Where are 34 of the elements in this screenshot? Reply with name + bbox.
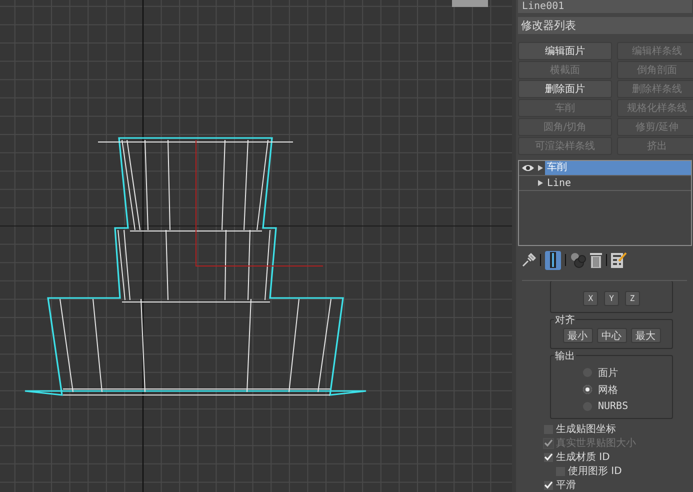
radio-button[interactable] xyxy=(583,385,592,394)
stack-item[interactable]: 车削 xyxy=(519,161,691,176)
radio-label: 网格 xyxy=(598,384,618,396)
show-end-result-icon[interactable] xyxy=(549,252,557,268)
modifier-button[interactable]: 删除面片 xyxy=(518,80,612,98)
modifier-button[interactable]: 编辑面片 xyxy=(518,42,612,60)
align-button[interactable]: 中心 xyxy=(596,328,626,343)
group-title: 对齐 xyxy=(554,313,576,327)
stack-item[interactable]: Line xyxy=(519,176,691,191)
viewport[interactable] xyxy=(0,0,512,492)
group-title: 输出 xyxy=(554,349,576,363)
expand-arrow-icon[interactable] xyxy=(538,180,542,186)
radio-label: 面片 xyxy=(598,366,618,380)
configure-modifier-sets-icon[interactable] xyxy=(611,252,627,268)
pin-icon[interactable] xyxy=(522,253,536,267)
axis-button[interactable]: Z xyxy=(624,291,640,306)
make-unique-icon[interactable] xyxy=(570,252,586,268)
checkbox-label: 平滑 xyxy=(556,479,576,492)
axis-button[interactable]: Y xyxy=(604,291,619,306)
checkbox-label: 生成材质 ID xyxy=(556,450,610,464)
stack-item-label: Line xyxy=(546,178,572,188)
eye-icon[interactable] xyxy=(522,164,534,172)
axis-button[interactable]: X xyxy=(583,291,598,306)
trash-icon[interactable] xyxy=(590,252,602,268)
modifier-list-dropdown[interactable]: 修改器列表 xyxy=(518,17,693,34)
show-end-result-button[interactable] xyxy=(545,250,561,270)
stack-item-label: 车削 xyxy=(545,161,691,175)
checkbox-label: 生成贴图坐标 xyxy=(556,422,616,436)
align-button[interactable]: 最大 xyxy=(630,328,660,343)
checkbox-label: 使用图形 ID xyxy=(568,465,622,478)
object-name-field[interactable]: Line001 xyxy=(518,0,692,13)
align-button[interactable]: 最小 xyxy=(562,328,592,343)
expand-arrow-icon[interactable] xyxy=(538,165,542,171)
radio-label: NURBS xyxy=(598,401,628,412)
